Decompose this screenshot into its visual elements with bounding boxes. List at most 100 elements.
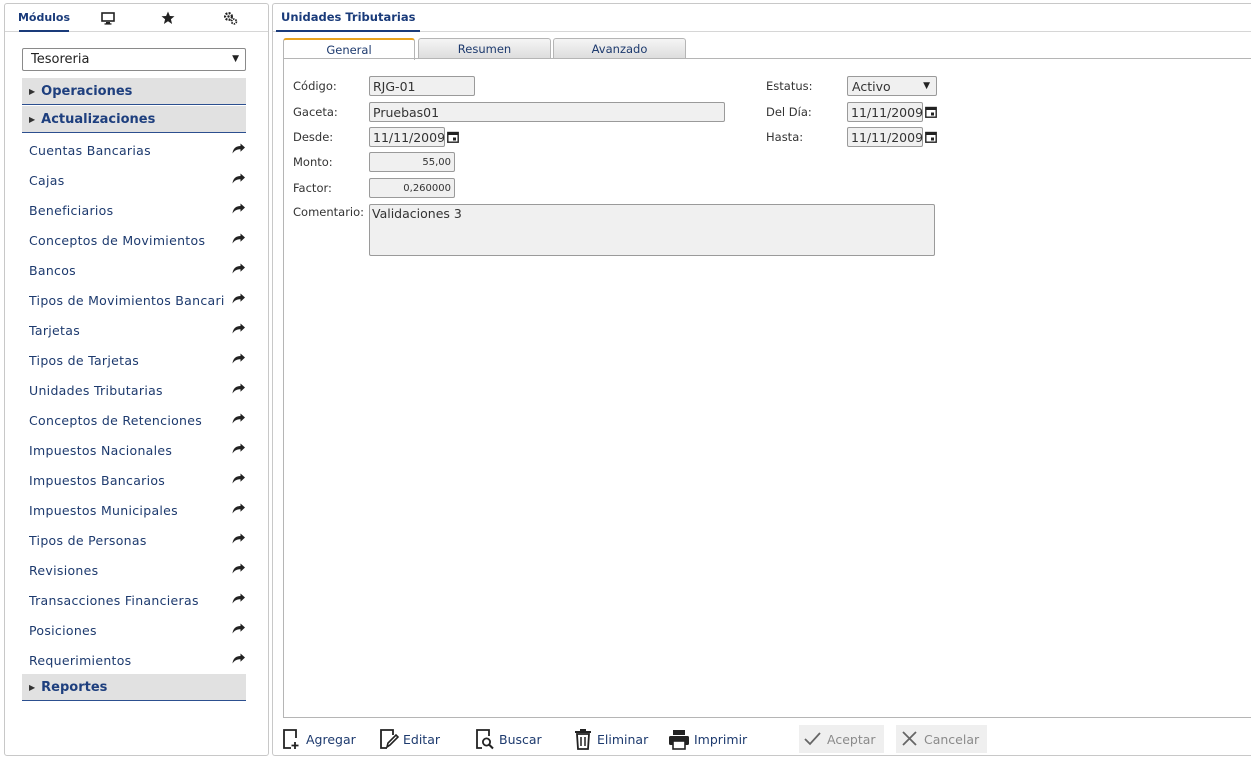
section-reportes[interactable]: ▶ Reportes (22, 674, 246, 701)
share-arrow-icon[interactable] (232, 143, 246, 155)
tab-modulos[interactable]: Módulos (18, 4, 70, 32)
menu-item-label: Bancos (29, 262, 76, 278)
calendar-icon[interactable] (447, 131, 459, 143)
tab-avanzado[interactable]: Avanzado (553, 38, 686, 59)
dropdown-arrow-icon: ▼ (232, 54, 239, 64)
module-select[interactable]: Tesoreria ▼ (22, 48, 246, 71)
share-arrow-icon[interactable] (232, 623, 246, 635)
menu-item-label: Transacciones Financieras (29, 592, 199, 608)
menu-item[interactable]: Conceptos de Retenciones (29, 410, 246, 430)
cancelar-label: Cancelar (924, 731, 980, 747)
share-arrow-icon[interactable] (232, 593, 246, 605)
hasta-field[interactable]: 11/11/2009 (847, 127, 923, 147)
estatus-select[interactable]: Activo ▼ (847, 76, 937, 96)
menu-item-label: Unidades Tributarias (29, 382, 163, 398)
menu-item[interactable]: Tipos de Movimientos Bancari (29, 290, 246, 310)
menu-item[interactable]: Cajas (29, 170, 246, 190)
form-area: Código: RJG-01 Gaceta: Pruebas01 Desde: … (283, 59, 1251, 718)
menu-item[interactable]: Unidades Tributarias (29, 380, 246, 400)
monitor-icon[interactable] (95, 4, 121, 32)
agregar-label: Agregar (306, 731, 356, 747)
trash-icon (575, 729, 591, 750)
right-panel: Unidades Tributarias General Resumen Ava… (272, 3, 1251, 756)
share-arrow-icon[interactable] (232, 653, 246, 665)
close-icon (902, 731, 917, 746)
share-arrow-icon[interactable] (232, 473, 246, 485)
menu-item[interactable]: Impuestos Municipales (29, 500, 246, 520)
share-arrow-icon[interactable] (232, 413, 246, 425)
menu-item-label: Beneficiarios (29, 202, 114, 218)
editar-button[interactable]: Editar (379, 725, 440, 753)
share-arrow-icon[interactable] (232, 293, 246, 305)
share-arrow-icon[interactable] (232, 443, 246, 455)
menu-item-label: Impuestos Bancarios (29, 472, 166, 488)
section-actualizaciones[interactable]: ▶ Actualizaciones (22, 106, 246, 133)
share-arrow-icon[interactable] (232, 503, 246, 515)
menu-item[interactable]: Cuentas Bancarias (29, 140, 246, 160)
eliminar-button[interactable]: Eliminar (573, 725, 648, 753)
caret-right-icon: ▶ (29, 114, 36, 124)
buscar-button[interactable]: Buscar (475, 725, 542, 753)
tab-general[interactable]: General (283, 38, 415, 60)
cogs-icon[interactable] (217, 4, 243, 32)
menu-item[interactable]: Posiciones (29, 620, 246, 640)
codigo-field[interactable]: RJG-01 (369, 76, 475, 96)
menu-item[interactable]: Transacciones Financieras (29, 590, 246, 610)
comentario-textarea[interactable]: Validaciones 3 (369, 204, 935, 256)
share-arrow-icon[interactable] (232, 263, 246, 275)
monto-field[interactable]: 55,00 (369, 152, 455, 172)
factor-label: Factor: (293, 181, 332, 195)
desde-label: Desde: (293, 130, 334, 144)
deldia-field[interactable]: 11/11/2009 (847, 102, 923, 122)
hasta-label: Hasta: (766, 130, 804, 144)
share-arrow-icon[interactable] (232, 353, 246, 365)
share-arrow-icon[interactable] (232, 323, 246, 335)
menu-item[interactable]: Tarjetas (29, 320, 246, 340)
codigo-label: Código: (293, 79, 337, 93)
tab-resumen[interactable]: Resumen (418, 38, 551, 59)
menu-item[interactable]: Bancos (29, 260, 246, 280)
page-title[interactable]: Unidades Tributarias (276, 4, 421, 32)
gaceta-field[interactable]: Pruebas01 (369, 102, 725, 122)
star-icon[interactable] (155, 4, 181, 32)
hasta-date-picker: 11/11/2009 (847, 127, 937, 147)
calendar-icon[interactable] (925, 131, 937, 143)
menu-item[interactable]: Tipos de Tarjetas (29, 350, 246, 370)
desde-field[interactable]: 11/11/2009 (369, 127, 445, 147)
menu-item-label: Cuentas Bancarias (29, 142, 151, 158)
menu-item[interactable]: Requerimientos (29, 650, 246, 670)
estatus-label: Estatus: (766, 79, 813, 93)
factor-field[interactable]: 0,260000 (369, 178, 455, 198)
menu-item[interactable]: Revisiones (29, 560, 246, 580)
search-document-icon (476, 729, 494, 750)
editar-label: Editar (403, 731, 441, 747)
cancelar-button[interactable]: Cancelar (896, 725, 988, 753)
menu-item[interactable]: Impuestos Bancarios (29, 470, 246, 490)
menu-item-label: Posiciones (29, 622, 97, 638)
left-tab-bar: Módulos (5, 4, 268, 32)
share-arrow-icon[interactable] (232, 173, 246, 185)
imprimir-button[interactable]: Imprimir (668, 725, 747, 753)
calendar-icon[interactable] (925, 106, 937, 118)
title-bar: Unidades Tributarias (273, 4, 1251, 32)
share-arrow-icon[interactable] (232, 203, 246, 215)
menu-item[interactable]: Tipos de Personas (29, 530, 246, 550)
desde-date-picker: 11/11/2009 (369, 127, 459, 147)
menu-item[interactable]: Beneficiarios (29, 200, 246, 220)
share-arrow-icon[interactable] (232, 233, 246, 245)
caret-right-icon: ▶ (29, 682, 36, 692)
share-arrow-icon[interactable] (232, 533, 246, 545)
comentario-label: Comentario: (293, 205, 365, 219)
menu-item[interactable]: Impuestos Nacionales (29, 440, 246, 460)
agregar-button[interactable]: Agregar (282, 725, 356, 753)
module-select-value: Tesoreria (31, 52, 90, 67)
share-arrow-icon[interactable] (232, 563, 246, 575)
menu-item[interactable]: Conceptos de Movimientos (29, 230, 246, 250)
deldia-date-picker: 11/11/2009 (847, 102, 937, 122)
add-document-icon (283, 729, 299, 749)
menu-item-label: Impuestos Municipales (29, 502, 178, 518)
aceptar-button[interactable]: Aceptar (799, 725, 884, 753)
share-arrow-icon[interactable] (232, 383, 246, 395)
menu-item-label: Cajas (29, 172, 65, 188)
section-operaciones[interactable]: ▶ Operaciones (22, 78, 246, 105)
